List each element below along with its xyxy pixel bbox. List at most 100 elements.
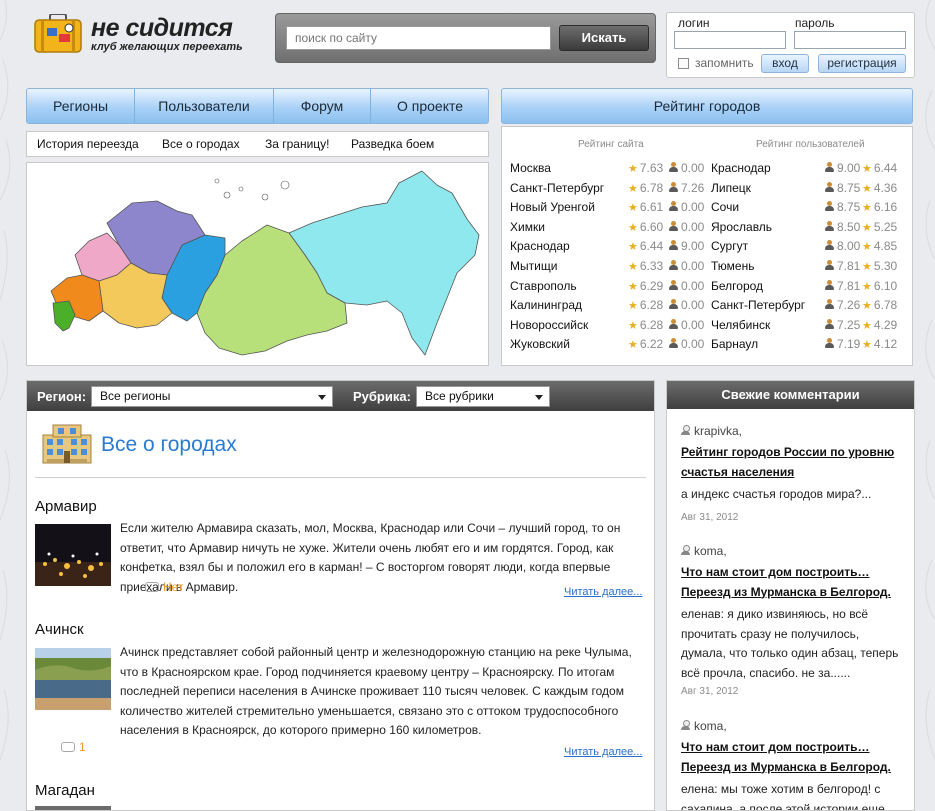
- comment-author[interactable]: koma,: [681, 719, 727, 733]
- rating-row[interactable]: Санкт-Петербург ★ 6.78 7.26: [510, 181, 710, 199]
- nav-item-regions[interactable]: Регионы: [27, 89, 135, 123]
- rating-city[interactable]: Мытищи: [510, 259, 557, 273]
- article-city-title[interactable]: Армавир: [35, 498, 97, 515]
- comment-author[interactable]: krapivka,: [681, 424, 742, 438]
- login-form: логин пароль запомнить вход регистрация: [666, 12, 915, 78]
- rating-row[interactable]: Тюмень 7.81 ★ 5.30: [711, 259, 911, 277]
- rating-value-primary: 8.50: [825, 220, 860, 234]
- rating-city[interactable]: Сургут: [711, 239, 748, 253]
- rating-row[interactable]: Санкт-Петербург 7.26 ★ 6.78: [711, 298, 911, 316]
- nav-item-about[interactable]: О проекте: [371, 89, 489, 123]
- rating-city[interactable]: Барнаул: [711, 337, 758, 351]
- site-logo[interactable]: не сидится клуб желающих переехать: [33, 12, 263, 58]
- user-rating-icon: [825, 299, 834, 310]
- comment-post-link[interactable]: Что нам стоит дом построить… Переезд из …: [681, 563, 906, 602]
- remember-checkbox[interactable]: [678, 58, 689, 69]
- rating-value-primary: 9.00: [825, 161, 860, 175]
- user-rating-icon: [825, 181, 834, 193]
- password-field[interactable]: [794, 31, 906, 49]
- divider: [35, 477, 646, 478]
- rating-city[interactable]: Тюмень: [711, 259, 754, 273]
- article-thumbnail[interactable]: [35, 524, 111, 586]
- rating-row[interactable]: Химки ★ 6.60 0.00: [510, 220, 710, 238]
- rating-row[interactable]: Белгород 7.81 ★ 6.10: [711, 279, 911, 297]
- article-thumbnail[interactable]: [35, 648, 111, 710]
- rating-row[interactable]: Новороссийск ★ 6.28 0.00: [510, 318, 710, 336]
- rating-city[interactable]: Жуковский: [510, 337, 570, 351]
- article-description: Ачинск представляет собой районный центр…: [120, 645, 632, 737]
- login-button[interactable]: вход: [761, 54, 809, 73]
- rating-city[interactable]: Санкт-Петербург: [510, 181, 604, 195]
- region-select[interactable]: Все регионы: [91, 386, 333, 407]
- city-rating-header[interactable]: Рейтинг городов: [501, 88, 913, 124]
- rating-row[interactable]: Челябинск 7.25 ★ 4.29: [711, 318, 911, 336]
- rating-city[interactable]: Белгород: [711, 279, 763, 293]
- nav-item-users[interactable]: Пользователи: [135, 89, 274, 123]
- rating-row[interactable]: Мытищи ★ 6.33 0.00: [510, 259, 710, 277]
- rating-row[interactable]: Краснодар ★ 6.44 9.00: [510, 239, 710, 257]
- rating-row[interactable]: Краснодар 9.00 ★ 6.44: [711, 161, 911, 179]
- rubric-filter-label: Рубрика:: [353, 389, 411, 404]
- subnav-item-abroad[interactable]: За границу!: [265, 137, 330, 151]
- login-field[interactable]: [674, 31, 786, 49]
- star-icon: ★: [862, 339, 872, 352]
- rating-city[interactable]: Новороссийск: [510, 318, 588, 332]
- rating-row[interactable]: Липецк 8.75 ★ 4.36: [711, 181, 911, 199]
- user-rating-icon: [669, 279, 678, 291]
- rating-city[interactable]: Калининград: [510, 298, 582, 312]
- rating-value-primary: 7.81: [825, 279, 860, 293]
- rating-row[interactable]: Калининград ★ 6.28 0.00: [510, 298, 710, 316]
- rating-row[interactable]: Жуковский ★ 6.22 0.00: [510, 337, 710, 355]
- read-more-link[interactable]: Читать далее...: [564, 746, 642, 758]
- rating-city[interactable]: Ставрополь: [510, 279, 577, 293]
- rating-row[interactable]: Ярославль 8.50 ★ 5.25: [711, 220, 911, 238]
- comment-date: Авг 31, 2012: [681, 512, 739, 523]
- rating-city[interactable]: Новый Уренгой: [510, 200, 595, 214]
- rating-city[interactable]: Липецк: [711, 181, 751, 195]
- rating-city[interactable]: Краснодар: [510, 239, 570, 253]
- rating-city[interactable]: Сочи: [711, 200, 739, 214]
- user-icon: [681, 720, 690, 731]
- subnav-item-reconnaissance[interactable]: Разведка боем: [351, 137, 434, 151]
- article-comments[interactable]: 1: [61, 740, 86, 754]
- article-city-title[interactable]: Магадан: [35, 782, 95, 799]
- article-city-title[interactable]: Ачинск: [35, 621, 84, 638]
- star-icon: ★: [862, 163, 872, 175]
- rating-value-primary: 8.00: [825, 239, 860, 253]
- read-more-link[interactable]: Читать далее...: [564, 586, 642, 598]
- star-icon: ★: [628, 221, 638, 234]
- article-thumbnail[interactable]: [35, 806, 111, 810]
- comment-post-link[interactable]: Что нам стоит дом построить… Переезд из …: [681, 738, 906, 777]
- user-icon: [681, 425, 690, 436]
- rating-value-secondary: ★ 6.44: [862, 161, 898, 175]
- search-button[interactable]: Искать: [559, 25, 649, 51]
- rating-row[interactable]: Сочи 8.75 ★ 6.16: [711, 200, 911, 218]
- subnav-item-about-cities[interactable]: Все о городах: [162, 137, 240, 151]
- rating-row[interactable]: Новый Уренгой ★ 6.61 0.00: [510, 200, 710, 218]
- rubric-select[interactable]: Все рубрики: [416, 386, 550, 407]
- fresh-comments-panel: Свежие комментарии krapivka, Рейтинг гор…: [666, 380, 915, 811]
- rating-row[interactable]: Ставрополь ★ 6.29 0.00: [510, 279, 710, 297]
- site-rating-header: Рейтинг сайта: [578, 139, 644, 150]
- comment-author[interactable]: koma,: [681, 544, 727, 558]
- search-input[interactable]: [286, 26, 551, 50]
- rating-city[interactable]: Химки: [510, 220, 545, 234]
- star-icon: ★: [862, 261, 872, 273]
- star-icon: ★: [628, 202, 638, 215]
- register-button[interactable]: регистрация: [818, 54, 906, 73]
- user-rating-icon: [825, 220, 834, 232]
- city-rating-panel: Рейтинг сайта Рейтинг пользователей Моск…: [501, 126, 913, 366]
- rating-value-primary: ★ 6.28: [628, 317, 664, 332]
- rating-city[interactable]: Санкт-Петербург: [711, 298, 805, 312]
- rating-city[interactable]: Москва: [510, 161, 551, 175]
- rating-row[interactable]: Сургут 8.00 ★ 4.85: [711, 239, 911, 257]
- rating-city[interactable]: Краснодар: [711, 161, 771, 175]
- nav-item-forum[interactable]: Форум: [274, 89, 371, 123]
- rating-row[interactable]: Москва ★ 7.63 0.00: [510, 161, 710, 179]
- rating-city[interactable]: Ярославль: [711, 220, 772, 234]
- article-comments[interactable]: Нет: [145, 580, 183, 594]
- rating-city[interactable]: Челябинск: [711, 318, 770, 332]
- subnav-item-moving-story[interactable]: История переезда: [37, 137, 139, 151]
- comment-post-link[interactable]: Рейтинг городов России по уровню счастья…: [681, 443, 906, 482]
- rating-row[interactable]: Барнаул 7.19 ★ 4.12: [711, 337, 911, 355]
